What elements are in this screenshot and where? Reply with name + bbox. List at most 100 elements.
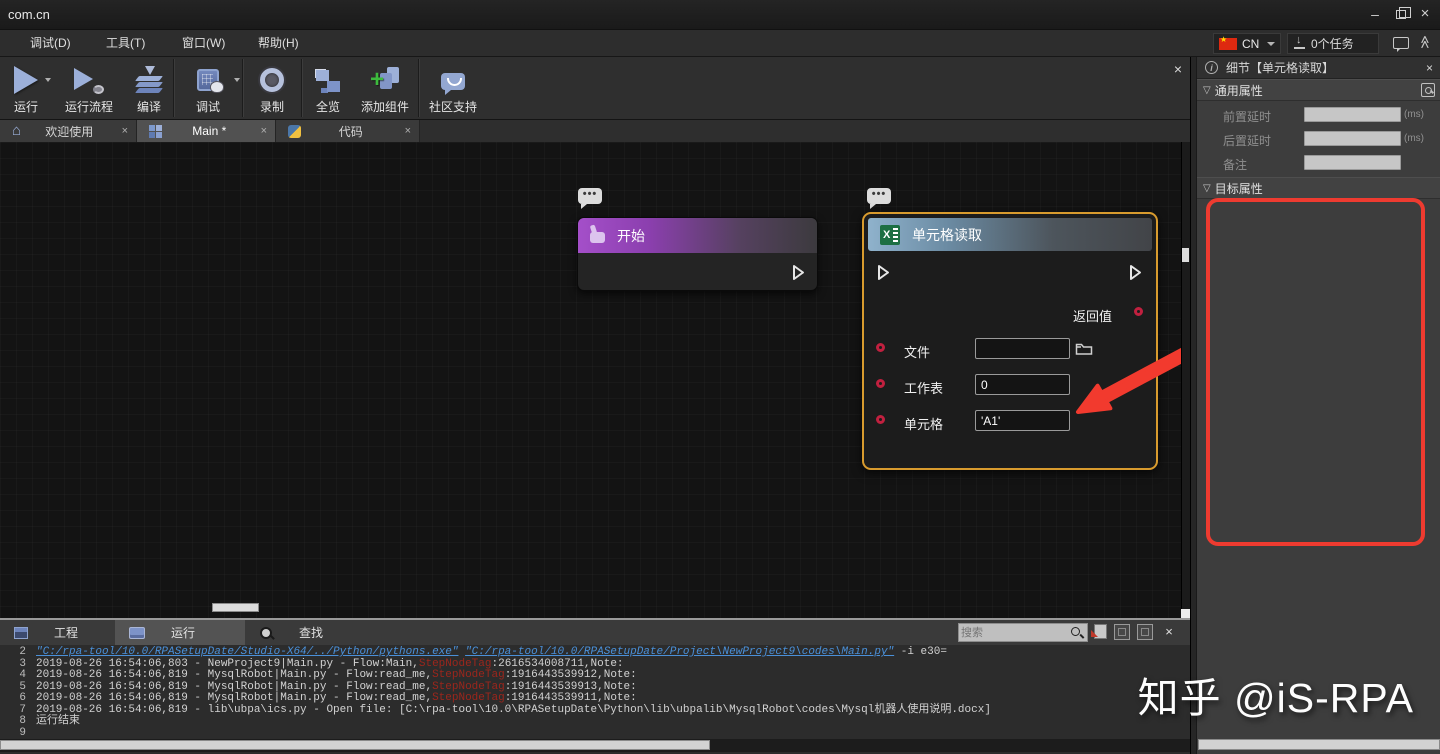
flow-canvas[interactable]: ••• ••• 开始 X 单元格读取 返回值 文件 工作表 0 单元格 'A1' bbox=[0, 142, 1190, 618]
log-output[interactable]: 2 "C:/rpa-tool/10.0/RPASetupDate/Studio-X… bbox=[0, 645, 1190, 739]
input-connector-icon[interactable] bbox=[877, 264, 890, 281]
window-title: com.cn bbox=[8, 7, 50, 22]
toolbar-separator bbox=[418, 59, 419, 117]
toolbar-label: 调试 bbox=[195, 100, 220, 114]
minimize-button[interactable]: – bbox=[1364, 5, 1386, 25]
close-panel-icon[interactable]: × bbox=[1160, 623, 1178, 641]
start-node[interactable]: 开始 bbox=[577, 217, 818, 291]
comment-icon[interactable]: ••• bbox=[867, 188, 891, 209]
title-bar: com.cn – × bbox=[0, 0, 1440, 30]
comment-icon[interactable]: ••• bbox=[578, 188, 602, 209]
sheet-input[interactable] bbox=[975, 374, 1070, 395]
property-label: 备注 bbox=[1223, 158, 1248, 172]
app-window: com.cn – × 调试(D) 工具(T) 窗口(W) 帮助(H) ★ CN … bbox=[0, 0, 1440, 754]
collapse-ribbon-icon[interactable]: ≫ bbox=[1417, 35, 1433, 49]
log-line-number: 8 bbox=[19, 715, 26, 727]
language-label: CN bbox=[1242, 36, 1260, 51]
toolbar-button-run[interactable]: 运行 bbox=[0, 57, 52, 119]
toolbar-button-debug[interactable]: 调试 bbox=[175, 57, 241, 119]
red-highlight-annotation bbox=[1206, 198, 1425, 546]
folder-browse-icon[interactable] bbox=[1075, 341, 1093, 357]
property-search-icon[interactable] bbox=[1421, 83, 1435, 97]
toolbar: 运行 运行流程 编译 调试 录制 全览 + 添加组件 社区支持 × bbox=[0, 57, 1196, 120]
log-line-number: 9 bbox=[19, 726, 26, 739]
search-icon bbox=[259, 626, 273, 640]
log-horizontal-scrollbar[interactable] bbox=[0, 739, 1190, 752]
section-toggle-icon[interactable]: ▽ bbox=[1203, 85, 1211, 96]
panel-bottom-scrollbar[interactable] bbox=[1198, 739, 1440, 750]
section-toggle-icon[interactable]: ▽ bbox=[1203, 183, 1211, 194]
log-search-input[interactable] bbox=[961, 624, 1065, 641]
canvas-horizontal-scrollbar-thumb[interactable] bbox=[212, 603, 259, 612]
canvas-vertical-scrollbar[interactable] bbox=[1181, 142, 1190, 618]
file-input[interactable] bbox=[975, 338, 1070, 359]
log-file-link[interactable]: "C:/rpa-tool/10.0/RPASetupDate/Studio-X6… bbox=[36, 646, 458, 658]
canvas-vertical-scrollbar-thumb[interactable] bbox=[1182, 248, 1189, 262]
log-line: 9 bbox=[0, 726, 1190, 740]
cell-read-node[interactable]: X 单元格读取 返回值 文件 工作表 单元格 bbox=[862, 212, 1158, 470]
tab-label: Main * bbox=[192, 124, 227, 138]
log-horizontal-scrollbar-thumb[interactable] bbox=[0, 740, 710, 750]
toolbar-label: 录制 bbox=[259, 100, 284, 114]
section-target-properties[interactable]: ▽ 目标属性 bbox=[1197, 177, 1440, 199]
tab-project[interactable]: 工程 bbox=[0, 620, 115, 645]
toolbar-button-community[interactable]: 社区支持 bbox=[420, 57, 486, 119]
cell-port[interactable] bbox=[876, 415, 885, 424]
toolbar-button-add-component[interactable]: + 添加组件 bbox=[353, 57, 417, 119]
flow-grid-icon bbox=[149, 124, 162, 138]
toolbar-button-compile[interactable]: 编译 bbox=[126, 57, 172, 119]
menu-tools[interactable]: 工具(T) bbox=[100, 30, 151, 57]
ribbon-close-button[interactable]: × bbox=[1168, 59, 1188, 79]
log-segment: 2019-08-26 16:54:06,819 - lib\ubpa\ics.p… bbox=[36, 703, 991, 716]
pre-delay-input[interactable] bbox=[1304, 107, 1401, 122]
section-general-properties[interactable]: ▽ 通用属性 bbox=[1197, 79, 1440, 101]
run-dropdown-icon[interactable] bbox=[45, 78, 51, 82]
file-port[interactable] bbox=[876, 343, 885, 352]
log-segment: StepNodeTag bbox=[432, 692, 505, 704]
bottom-tab-label: 查找 bbox=[299, 626, 324, 640]
output-connector-icon[interactable] bbox=[1129, 264, 1142, 281]
note-input[interactable] bbox=[1304, 155, 1401, 170]
close-button[interactable]: × bbox=[1414, 5, 1436, 25]
tab-code[interactable]: 代码 × bbox=[276, 120, 420, 142]
tab-welcome[interactable]: ⌂ 欢迎使用 × bbox=[0, 120, 137, 142]
tasks-indicator[interactable]: 0个任务 bbox=[1287, 33, 1379, 54]
toolbar-button-record[interactable]: 录制 bbox=[244, 57, 300, 119]
community-icon bbox=[441, 72, 465, 95]
log-line-number: 7 bbox=[19, 703, 26, 716]
menu-window[interactable]: 窗口(W) bbox=[176, 30, 231, 57]
menu-help[interactable]: 帮助(H) bbox=[252, 30, 305, 57]
toolbar-button-overview[interactable]: 全览 bbox=[303, 57, 353, 119]
tab-main[interactable]: Main * × bbox=[137, 120, 276, 142]
log-segment: :1916443539911,Note: bbox=[504, 692, 637, 704]
feedback-icon[interactable] bbox=[1393, 37, 1409, 52]
tab-run-output[interactable]: 运行 bbox=[115, 620, 245, 645]
language-selector[interactable]: ★ CN bbox=[1213, 33, 1281, 54]
tab-close-icon[interactable]: × bbox=[122, 125, 128, 137]
properties-close-icon[interactable]: × bbox=[1426, 61, 1433, 75]
return-value-port[interactable] bbox=[1134, 307, 1143, 316]
clear-log-icon[interactable] bbox=[1114, 624, 1130, 640]
menu-debug[interactable]: 调试(D) bbox=[24, 30, 77, 57]
tab-close-icon[interactable]: × bbox=[405, 125, 411, 137]
debug-dropdown-icon[interactable] bbox=[234, 78, 240, 82]
log-segment: -i e30= bbox=[894, 646, 947, 658]
python-icon bbox=[288, 124, 301, 138]
maximize-panel-icon[interactable] bbox=[1137, 624, 1153, 640]
search-icon bbox=[1071, 627, 1083, 639]
log-line-text: 运行结束 bbox=[36, 715, 80, 727]
restore-button[interactable] bbox=[1390, 5, 1412, 25]
tab-close-icon[interactable]: × bbox=[261, 125, 267, 137]
return-value-label: 返回值 bbox=[1072, 309, 1112, 324]
log-segment: StepNodeTag bbox=[418, 657, 492, 670]
output-connector-icon[interactable] bbox=[792, 264, 805, 281]
record-icon bbox=[260, 68, 284, 92]
tab-find[interactable]: 查找 bbox=[245, 620, 360, 645]
post-delay-input[interactable] bbox=[1304, 131, 1401, 146]
log-file-link[interactable]: "C:/rpa-tool/10.0/RPASetupDate/Project\N… bbox=[465, 646, 894, 658]
sheet-port[interactable] bbox=[876, 379, 885, 388]
cell-input[interactable] bbox=[975, 410, 1070, 431]
export-log-icon[interactable] bbox=[1094, 624, 1107, 639]
toolbar-button-run-flow[interactable]: 运行流程 bbox=[52, 57, 126, 119]
toolbar-label: 运行 bbox=[13, 100, 38, 114]
